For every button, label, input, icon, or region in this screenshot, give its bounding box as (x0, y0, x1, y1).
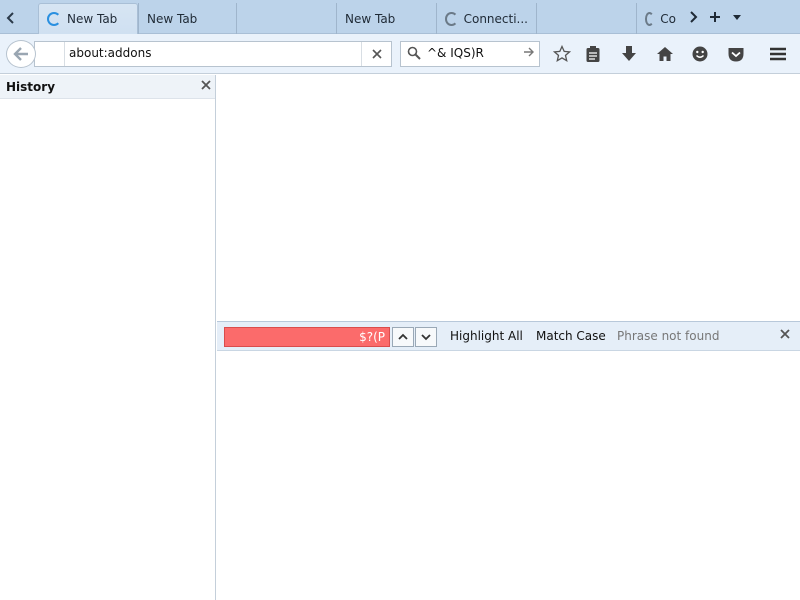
tab-strip: New Tab New Tab New Tab Connecti... Co (0, 0, 800, 34)
loading-throbber-icon (445, 11, 458, 26)
tab-label: Co (660, 11, 676, 26)
tab-new-tab-1[interactable]: New Tab (38, 3, 138, 34)
close-icon (371, 49, 382, 59)
find-next-button[interactable] (415, 327, 437, 347)
tab-new-tab-3[interactable]: New Tab (336, 3, 436, 34)
search-bar[interactable]: ^& IQS)R (400, 41, 540, 67)
find-bar: $?(P Highlight All Match Case Phrase not… (217, 321, 800, 351)
arrow-right-icon (524, 47, 534, 57)
tab-label: New Tab (67, 12, 118, 26)
home-icon (657, 47, 673, 61)
navigation-toolbar: about:addons ^& IQS)R (0, 34, 800, 74)
pocket-button[interactable] (724, 42, 748, 66)
plus-icon (710, 12, 720, 22)
find-query-text: $?(P (359, 330, 385, 344)
home-button[interactable] (653, 42, 677, 66)
loading-throbber-icon (645, 11, 655, 26)
clear-url-button[interactable] (361, 42, 391, 66)
search-go-button[interactable] (523, 46, 535, 61)
magnifier-icon[interactable] (407, 46, 421, 63)
chevron-down-icon (421, 334, 431, 341)
highlight-all-toggle[interactable]: Highlight All (450, 329, 523, 343)
smiley-icon (692, 46, 708, 62)
back-arrow-icon (13, 47, 28, 61)
chevron-left-icon (6, 12, 14, 24)
caret-down-icon (733, 15, 741, 20)
find-close-button[interactable] (780, 328, 790, 343)
tab-empty[interactable] (236, 3, 336, 34)
star-icon (553, 45, 571, 63)
chevron-right-icon (690, 11, 698, 23)
pocket-icon (728, 47, 744, 61)
tab-label: Connecti... (463, 11, 528, 26)
reading-list-button[interactable] (581, 42, 605, 66)
all-tabs-button[interactable] (726, 4, 748, 30)
chevron-up-icon (398, 333, 408, 340)
sidebar-close-button[interactable] (201, 79, 211, 94)
menu-button[interactable] (766, 42, 790, 66)
tab-connecting[interactable]: Connecti... (436, 3, 536, 34)
find-previous-button[interactable] (392, 327, 414, 347)
find-status-text: Phrase not found (617, 329, 720, 343)
loading-spinner-icon (47, 12, 61, 26)
tab-connecting-partial[interactable]: Co (636, 3, 684, 34)
tab-label: New Tab (345, 11, 396, 26)
download-arrow-icon (622, 46, 636, 61)
tab-new-tab-2[interactable]: New Tab (138, 3, 236, 34)
history-sidebar: History (0, 75, 216, 600)
sidebar-header: History (0, 75, 215, 99)
find-input[interactable]: $?(P (224, 327, 390, 347)
close-icon (780, 329, 790, 339)
clipboard-icon (586, 46, 600, 62)
tab-empty[interactable] (536, 3, 636, 34)
search-input[interactable]: ^& IQS)R (427, 46, 484, 60)
close-icon (201, 80, 211, 90)
hello-button[interactable] (688, 42, 712, 66)
downloads-button[interactable] (617, 42, 641, 66)
bookmark-button[interactable] (550, 42, 574, 66)
hamburger-menu-icon (770, 47, 786, 61)
url-input[interactable]: about:addons (69, 46, 151, 60)
tab-scroll-right-button[interactable] (682, 4, 704, 30)
new-tab-button[interactable] (704, 4, 726, 30)
match-case-toggle[interactable]: Match Case (536, 329, 606, 343)
site-identity-button[interactable] (35, 42, 65, 66)
tab-label: New Tab (147, 11, 198, 26)
tab-scroll-left-button[interactable] (0, 4, 22, 32)
url-bar[interactable]: about:addons (34, 41, 392, 67)
sidebar-title: History (6, 79, 56, 94)
back-button[interactable] (6, 40, 36, 68)
